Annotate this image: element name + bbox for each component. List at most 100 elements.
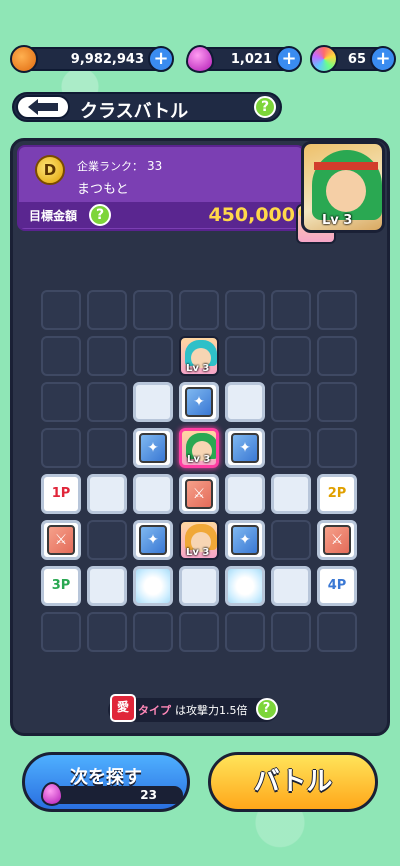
board-cell: [87, 520, 127, 560]
type-label: タイプ: [138, 704, 171, 717]
floor-tile[interactable]: [179, 566, 219, 606]
board-cell: [41, 428, 81, 468]
card-tile[interactable]: ✦: [133, 428, 173, 468]
floor-tile[interactable]: [271, 474, 311, 514]
rank-value: 33: [147, 159, 163, 173]
card-tile[interactable]: ✦: [179, 382, 219, 422]
board-cell: [41, 612, 81, 652]
add-orb-button[interactable]: +: [370, 46, 396, 72]
search-cost: 23: [41, 782, 183, 806]
card-tile[interactable]: ✦: [225, 428, 265, 468]
opponent-info-card: D 企業ランク： 33 まつもと 目標金額 ? 450,000G: [17, 145, 336, 244]
floor-tile[interactable]: [133, 382, 173, 422]
board-bottom-row: [41, 612, 359, 652]
target-amount-value: 450,000: [208, 204, 295, 226]
company-rank: 企業ランク： 33: [77, 158, 162, 174]
unit-level: Lv 3: [186, 547, 210, 558]
board-cell: [271, 612, 311, 652]
floor-tile[interactable]: [87, 566, 127, 606]
board-cell: [225, 290, 265, 330]
orb-counter: 65 +: [310, 45, 396, 73]
hint-help-icon[interactable]: ?: [255, 698, 278, 720]
board-cell: [317, 428, 357, 468]
floor-tile[interactable]: [271, 566, 311, 606]
gem-value: 1,021: [230, 51, 272, 67]
enemy-unit[interactable]: Lv 3: [179, 336, 219, 376]
back-arrow-icon: [28, 99, 58, 115]
type-bonus-hint: 愛 タイプ は攻撃力1.5倍 ?: [108, 694, 278, 722]
hint-text: は攻撃力1.5倍: [175, 704, 248, 717]
board-cell: [41, 336, 81, 376]
card-tile[interactable]: ✦: [225, 520, 265, 560]
card-tile[interactable]: ✦: [133, 520, 173, 560]
board-cell: [271, 382, 311, 422]
key-card-icon: ✦: [239, 440, 251, 456]
spawn-1p: 1P: [41, 474, 81, 514]
opponent-portrait: Lv 3: [301, 141, 385, 233]
target-help-icon[interactable]: ?: [89, 204, 111, 226]
card-tile[interactable]: ⚔: [179, 474, 219, 514]
unit-level: Lv 3: [187, 454, 211, 465]
board-cell: [133, 290, 173, 330]
gem-counter: 1,021 +: [186, 45, 302, 73]
board-cell: [317, 612, 357, 652]
add-money-button[interactable]: +: [148, 46, 174, 72]
battle-button[interactable]: バトル: [208, 752, 378, 812]
board-cell: [271, 290, 311, 330]
shield-card-icon: ✦: [147, 532, 159, 548]
orb-value: 65: [347, 51, 366, 67]
floor-tile[interactable]: [225, 382, 265, 422]
floor-tile[interactable]: [225, 474, 265, 514]
card-tile[interactable]: ⚔: [41, 520, 81, 560]
money-counter: 9,982,943 +: [10, 45, 174, 73]
unit-level: Lv 3: [186, 363, 210, 374]
board-cell: [87, 382, 127, 422]
target-amount-bar: 目標金額 ? 450,000G: [19, 202, 336, 244]
rank-badge: D: [35, 155, 65, 185]
coin-icon: [10, 45, 38, 73]
key-card-icon: ✦: [147, 440, 159, 456]
player-unit[interactable]: Lv 3: [179, 428, 219, 468]
board-cell: [41, 382, 81, 422]
currency-bar: 9,982,943 + 1,021 + 65 +: [6, 44, 396, 74]
board-cell: [133, 612, 173, 652]
spawn-2p: 2P: [317, 474, 357, 514]
floor-tile[interactable]: [133, 474, 173, 514]
board-cell: [87, 428, 127, 468]
board-cell: [317, 382, 357, 422]
add-gem-button[interactable]: +: [276, 46, 302, 72]
gem-icon: [186, 45, 214, 73]
money-value: 9,982,943: [70, 51, 144, 67]
portrait-level: Lv 3: [322, 213, 353, 228]
board-cell: [317, 336, 357, 376]
target-amount: 450,000G: [208, 204, 336, 244]
help-icon[interactable]: ?: [254, 96, 276, 118]
spawn-4p: 4P: [317, 566, 357, 606]
enemy-unit[interactable]: Lv 3: [179, 520, 219, 560]
rainbow-orb-icon: [310, 45, 338, 73]
sword-card-icon: ⚔: [330, 532, 344, 548]
board-cell: [225, 612, 265, 652]
card-tile[interactable]: ⚔: [317, 520, 357, 560]
portrait-face: [326, 170, 366, 212]
love-type-icon: 愛: [110, 694, 136, 722]
glowing-tile[interactable]: [225, 566, 265, 606]
battle-board: Lv 3 ✦ ✦ Lv 3 ✦ 1P ⚔ 2P ⚔ ✦ Lv 3 ✦ ⚔ 3P …: [41, 290, 359, 608]
board-cell: [87, 336, 127, 376]
board-cell: [271, 428, 311, 468]
spawn-3p: 3P: [41, 566, 81, 606]
board-cell: [87, 290, 127, 330]
search-cost-value: 23: [140, 788, 157, 802]
target-label: 目標金額: [29, 209, 78, 223]
back-button[interactable]: [16, 95, 70, 119]
glowing-tile[interactable]: [133, 566, 173, 606]
shield-card-icon: ✦: [193, 394, 205, 410]
rank-label: 企業ランク：: [77, 160, 143, 173]
search-next-button[interactable]: 次を探す 23: [22, 752, 190, 812]
opponent-name: まつもと: [77, 182, 129, 197]
sword-card-icon: ⚔: [192, 486, 206, 502]
board-cell: [41, 290, 81, 330]
board-cell: [317, 290, 357, 330]
floor-tile[interactable]: [87, 474, 127, 514]
board-cell: [271, 520, 311, 560]
